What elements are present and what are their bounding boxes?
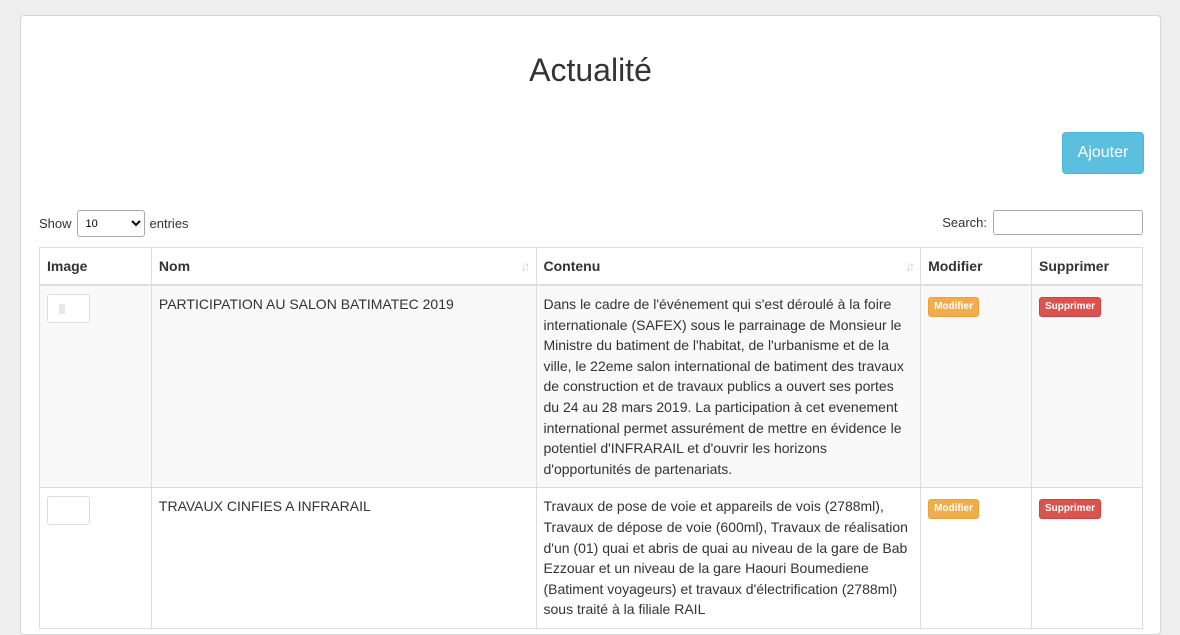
sort-icon[interactable]: ↓↑ [905, 259, 915, 274]
add-button[interactable]: Ajouter [1062, 132, 1144, 174]
modifier-button[interactable]: Modifier [928, 499, 979, 520]
supprimer-button[interactable]: Supprimer [1039, 297, 1102, 317]
supprimer-button[interactable]: Supprimer [1039, 499, 1102, 520]
search-input[interactable] [993, 210, 1143, 235]
entries-label: entries [149, 216, 189, 231]
modifier-button[interactable]: Modifier [928, 297, 979, 317]
entries-length-control: Show 10 entries [39, 210, 189, 237]
modifier-cell: Modifier [920, 284, 1033, 489]
image-cell [39, 487, 152, 629]
column-header-image[interactable]: Image [39, 247, 152, 286]
column-header-contenu-label: Contenu [543, 258, 601, 274]
news-panel: Actualité Ajouter Show 10 entries Search… [20, 15, 1161, 635]
supprimer-cell: Supprimer [1031, 487, 1143, 629]
entries-length-select[interactable]: 10 [76, 210, 145, 237]
thumbnail-photo-icon[interactable] [47, 294, 90, 323]
column-header-nom-label: Nom [158, 258, 191, 274]
table-row: TRAVAUX CINFIES A INFRARAIL Travaux de p… [39, 487, 1143, 629]
search-control: Search: [942, 210, 1143, 235]
page-title: Actualité [529, 52, 652, 88]
contenu-cell: Dans le cadre de l'événement qui s'est d… [535, 284, 922, 489]
show-label: Show [39, 216, 72, 231]
column-header-nom[interactable]: Nom ↓↑ [150, 247, 537, 286]
column-header-supprimer[interactable]: Supprimer [1031, 247, 1143, 286]
column-header-contenu[interactable]: Contenu ↓↑ [535, 247, 922, 286]
image-cell [39, 284, 152, 489]
nom-cell: PARTICIPATION AU SALON BATIMATEC 2019 [150, 284, 537, 489]
sort-icon[interactable]: ↓↑ [521, 259, 531, 274]
search-label: Search: [942, 215, 987, 230]
table-row: PARTICIPATION AU SALON BATIMATEC 2019 Da… [39, 284, 1143, 489]
table-header-row: Image Nom ↓↑ Contenu ↓↑ Modifier Supprim… [39, 247, 1143, 286]
nom-cell: TRAVAUX CINFIES A INFRARAIL [150, 487, 537, 629]
news-table: Image Nom ↓↑ Contenu ↓↑ Modifier Supprim… [39, 247, 1143, 629]
contenu-cell: Travaux de pose de voie et appareils de … [535, 487, 922, 629]
thumbnail-photo-icon[interactable] [47, 496, 90, 526]
column-header-modifier[interactable]: Modifier [920, 247, 1033, 286]
modifier-cell: Modifier [920, 487, 1033, 629]
supprimer-cell: Supprimer [1031, 284, 1143, 489]
